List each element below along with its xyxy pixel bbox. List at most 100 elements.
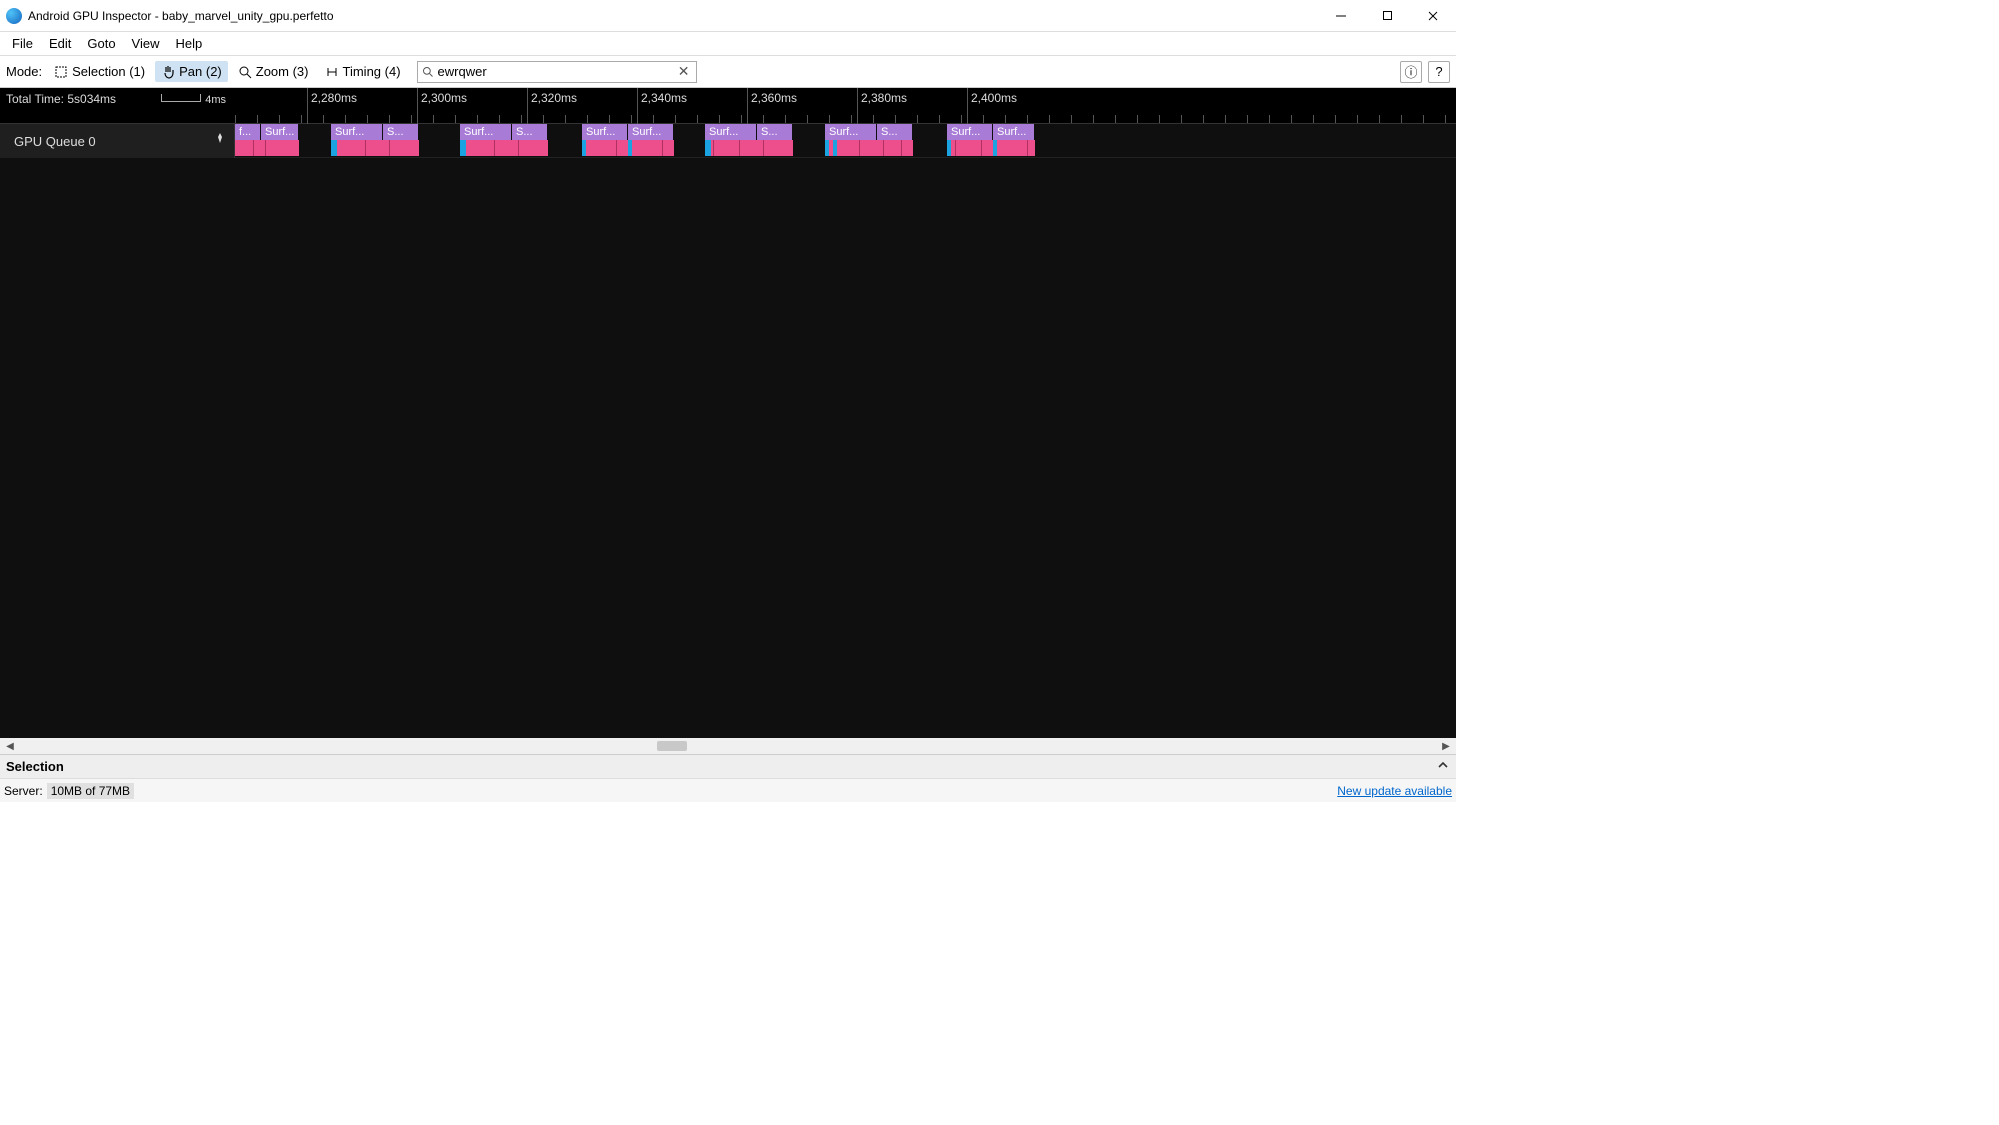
- mode-label: Mode:: [6, 64, 42, 79]
- ruler-tick-minor: [1335, 115, 1336, 123]
- minimize-button[interactable]: [1318, 0, 1364, 32]
- maximize-button[interactable]: [1364, 0, 1410, 32]
- scale-value: 4ms: [205, 94, 226, 106]
- trace-area[interactable]: Total Time: 5s034ms 4ms 2,280ms2,300ms2,…: [0, 88, 1456, 738]
- track-row-gpu-queue-0: GPU Queue 0 f...Surf...Surf...S...Surf..…: [0, 124, 1456, 158]
- menu-goto[interactable]: Goto: [79, 34, 123, 53]
- slice[interactable]: f...: [235, 124, 261, 140]
- ruler-tick-minor: [829, 115, 830, 123]
- slice-group[interactable]: Surf...S...: [825, 124, 913, 156]
- slice-group[interactable]: Surf...Surf...: [947, 124, 1035, 156]
- ruler-tick-minor: [1203, 115, 1204, 123]
- ruler-tick-minor: [345, 115, 346, 123]
- slice-detail[interactable]: [947, 140, 1035, 156]
- status-bar: Server: 10MB of 77MB New update availabl…: [0, 778, 1456, 802]
- minimize-icon: [1335, 10, 1347, 22]
- maximize-icon: [1382, 10, 1393, 21]
- time-ruler[interactable]: Total Time: 5s034ms 4ms 2,280ms2,300ms2,…: [0, 88, 1456, 124]
- menu-view[interactable]: View: [124, 34, 168, 53]
- selection-panel-header[interactable]: Selection: [0, 754, 1456, 778]
- scale-indicator: 4ms: [161, 94, 226, 106]
- slice[interactable]: S...: [757, 124, 793, 140]
- scroll-left-button[interactable]: ◀: [2, 739, 18, 753]
- ruler-tick-minor: [1291, 115, 1292, 123]
- ruler-tick-minor: [983, 115, 984, 123]
- horizontal-scrollbar[interactable]: ◀ ▶: [0, 738, 1456, 754]
- ruler-tick-minor: [1379, 115, 1380, 123]
- slice[interactable]: S...: [877, 124, 913, 140]
- mode-selection-button[interactable]: Selection (1): [48, 61, 151, 82]
- slice[interactable]: Surf...: [825, 124, 877, 140]
- slice-detail[interactable]: [235, 140, 299, 156]
- ruler-tick-minor: [851, 115, 852, 123]
- menubar: FileEditGotoViewHelp: [0, 32, 1456, 56]
- ruler-tick-minor: [389, 115, 390, 123]
- ruler-tick-minor: [1423, 115, 1424, 123]
- server-label: Server:: [4, 784, 43, 798]
- new-update-link[interactable]: New update available: [1337, 784, 1452, 798]
- ruler-tick-minor: [235, 115, 236, 123]
- search-clear-button[interactable]: ✕: [676, 63, 692, 80]
- search-input[interactable]: [434, 64, 676, 79]
- ruler-tick-minor: [323, 115, 324, 123]
- info-button[interactable]: ⓘ: [1400, 61, 1422, 83]
- menu-file[interactable]: File: [4, 34, 41, 53]
- search-field[interactable]: ✕: [417, 61, 697, 83]
- ruler-tick-minor: [411, 115, 412, 123]
- scrollbar-track[interactable]: [18, 739, 1438, 753]
- mode-timing-button[interactable]: Timing (4): [319, 61, 407, 82]
- mode-pan-button[interactable]: Pan (2): [155, 61, 228, 82]
- mode-zoom-button[interactable]: Zoom (3): [232, 61, 315, 82]
- ruler-tick-label: 2,280ms: [311, 91, 357, 105]
- close-button[interactable]: [1410, 0, 1456, 32]
- ruler-tick-minor: [939, 115, 940, 123]
- ruler-tick-minor: [455, 115, 456, 123]
- ruler-tick-label: 2,360ms: [751, 91, 797, 105]
- ruler-tick-minor: [1357, 115, 1358, 123]
- ruler-tick-minor: [301, 115, 302, 123]
- chevron-up-icon[interactable]: [1436, 758, 1450, 775]
- track-body[interactable]: f...Surf...Surf...S...Surf...S...Surf...…: [235, 124, 1456, 158]
- slice-group[interactable]: Surf...Surf...: [582, 124, 674, 156]
- slice[interactable]: Surf...: [261, 124, 299, 140]
- ruler-tick-minor: [807, 115, 808, 123]
- ruler-tick-label: 2,320ms: [531, 91, 577, 105]
- ruler-tick-minor: [1269, 115, 1270, 123]
- slice[interactable]: Surf...: [331, 124, 383, 140]
- timing-icon: [325, 65, 339, 79]
- slice[interactable]: Surf...: [628, 124, 674, 140]
- slice-detail[interactable]: [705, 140, 793, 156]
- ruler-tick-minor: [653, 115, 654, 123]
- track-name-label: GPU Queue 0: [14, 134, 96, 149]
- help-button[interactable]: ?: [1428, 61, 1450, 83]
- slice-group[interactable]: Surf...S...: [331, 124, 419, 156]
- track-header[interactable]: GPU Queue 0: [0, 124, 235, 158]
- total-time-label: Total Time: 5s034ms: [6, 92, 116, 106]
- menu-help[interactable]: Help: [168, 34, 211, 53]
- ruler-tick-minor: [1137, 115, 1138, 123]
- ruler-tick-minor: [697, 115, 698, 123]
- slice-detail[interactable]: [825, 140, 913, 156]
- slice[interactable]: Surf...: [993, 124, 1035, 140]
- slice-group[interactable]: Surf...S...: [705, 124, 793, 156]
- slice[interactable]: Surf...: [582, 124, 628, 140]
- slice[interactable]: Surf...: [460, 124, 512, 140]
- app-icon: [6, 8, 22, 24]
- slice-detail[interactable]: [582, 140, 674, 156]
- selection-panel-title: Selection: [6, 759, 64, 774]
- pin-icon[interactable]: [214, 132, 226, 147]
- slice[interactable]: Surf...: [947, 124, 993, 140]
- slice-group[interactable]: Surf...S...: [460, 124, 548, 156]
- slice[interactable]: S...: [383, 124, 419, 140]
- slice-detail[interactable]: [331, 140, 419, 156]
- slice-detail[interactable]: [460, 140, 548, 156]
- scroll-right-button[interactable]: ▶: [1438, 739, 1454, 753]
- slice-group[interactable]: f...Surf...: [235, 124, 299, 156]
- slice[interactable]: Surf...: [705, 124, 757, 140]
- scrollbar-thumb[interactable]: [657, 741, 687, 751]
- menu-edit[interactable]: Edit: [41, 34, 79, 53]
- ruler-tick-minor: [1115, 115, 1116, 123]
- ruler-tick-minor: [565, 115, 566, 123]
- slice[interactable]: S...: [512, 124, 548, 140]
- ruler-tick-minor: [543, 115, 544, 123]
